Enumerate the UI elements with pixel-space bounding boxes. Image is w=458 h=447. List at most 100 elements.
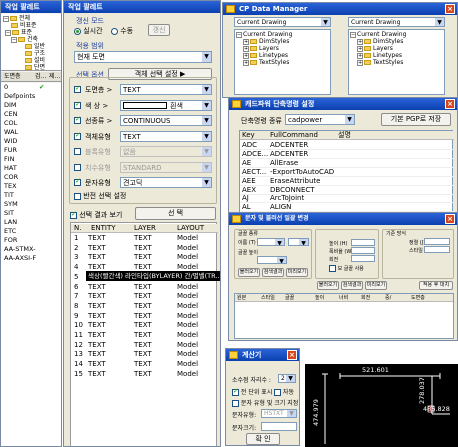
result-row[interactable]: 10 TEXT TEXT Model <box>71 321 218 330</box>
text-style-size-checkbox[interactable] <box>232 400 239 407</box>
result-row[interactable]: 1 TEXT TEXT Model <box>71 234 218 243</box>
height-input[interactable] <box>351 239 375 246</box>
tree-textstyles[interactable]: + TextStyles <box>243 59 289 67</box>
option-checkbox[interactable] <box>74 115 81 124</box>
result-row[interactable]: 7 TEXT TEXT Model <box>71 292 218 301</box>
text-list-column[interactable]: 높이 <box>315 294 324 302</box>
tree-textstyles[interactable]: + TextStyles <box>357 59 403 67</box>
layer-row[interactable]: TEX <box>1 182 61 191</box>
tree-item-section[interactable]: 단면 <box>25 64 45 72</box>
layer-row[interactable]: COL <box>1 119 61 128</box>
option-value-select[interactable]: CONTINUOUS ▼ <box>120 115 212 126</box>
result-row[interactable]: 13 TEXT TEXT Model <box>71 350 218 359</box>
option-value-select[interactable]: 견고딕 ▼ <box>120 177 212 188</box>
select-action-button[interactable]: 선 택 <box>135 207 216 220</box>
col-fullcommand[interactable]: FullCommand <box>270 131 318 140</box>
text-list-column[interactable]: 글꼴 <box>285 294 294 302</box>
result-row[interactable]: 6 TEXT TEXT Model <box>71 283 218 292</box>
shortcut-row[interactable]: AE AllErase <box>240 159 454 168</box>
option-value-select[interactable]: 흰색 ▼ <box>120 99 212 111</box>
shortcut-row[interactable]: ADCE... ADCENTER <box>240 150 454 159</box>
reverse-select-checkbox[interactable] <box>74 192 81 200</box>
layer-row[interactable]: CEN <box>1 110 61 119</box>
col-entity[interactable]: ENTITY <box>91 224 116 233</box>
text-tool-titlebar[interactable]: 문자 및 블러선 일괄 변경 × <box>229 213 457 225</box>
outline-font-option[interactable]: 모 글꼴 사용 <box>329 265 364 272</box>
close-icon[interactable]: × <box>445 214 455 224</box>
font-name-select[interactable]: ▼ <box>257 238 285 246</box>
layer-row[interactable]: FOR <box>1 236 61 245</box>
close-icon[interactable]: × <box>445 4 455 14</box>
result-row[interactable]: 15 TEXT TEXT Model <box>71 370 218 379</box>
calculator-titlebar[interactable]: 계산기 × <box>226 349 299 361</box>
all-units-option[interactable]: 전 단위 표시 <box>232 387 272 396</box>
shortcut-titlebar[interactable]: 캐드파워 단축명령 설정 × <box>229 98 457 110</box>
text-list-column[interactable]: 스타일 <box>261 294 275 302</box>
text-list-column[interactable]: 도면층 <box>411 294 425 302</box>
all-units-checkbox[interactable] <box>232 387 239 396</box>
shortcut-row[interactable]: AEE EraseAttribute <box>240 177 454 186</box>
option-checkbox[interactable] <box>74 163 81 171</box>
layer-row[interactable]: AA-STMX- <box>1 245 61 254</box>
close-icon[interactable]: × <box>287 350 297 360</box>
text-list-column[interactable]: 너비 <box>339 294 348 302</box>
style-select[interactable] <box>424 246 450 253</box>
confirm-button[interactable]: 확 인 <box>246 433 280 445</box>
layer-row[interactable]: Defpoints <box>1 92 61 101</box>
search-result-button[interactable]: 검색결과 <box>262 268 284 277</box>
palette-titlebar[interactable]: 작업 팔레트 <box>64 1 220 13</box>
close-icon[interactable]: × <box>445 99 455 109</box>
layer-row[interactable]: WAL <box>1 128 61 137</box>
show-result-checkbox[interactable] <box>70 210 77 219</box>
cad-drawing-view[interactable]: 521.601 278.037 486.828 474.979 <box>305 364 458 447</box>
layer-row[interactable]: LAN <box>1 218 61 227</box>
header-control[interactable]: 제... <box>49 72 60 82</box>
shortcut-type-select[interactable]: cadpower ▼ <box>285 114 355 125</box>
cp-right-combo[interactable]: Current Drawing ▼ <box>348 17 445 27</box>
show-result-option[interactable]: 선택 결과 보기 <box>70 210 122 220</box>
cp-data-manager-titlebar[interactable]: CP Data Manager × <box>223 3 457 15</box>
auto-option[interactable]: 자동 <box>274 387 294 396</box>
layer-row[interactable]: 0 ✔ <box>1 83 61 92</box>
realtime-radio[interactable] <box>74 27 81 35</box>
col-layout[interactable]: LAYOUT <box>177 224 204 233</box>
result-row[interactable]: 3 TEXT TEXT Model <box>71 253 218 262</box>
layer-row[interactable]: SIT <box>1 209 61 218</box>
result-row[interactable]: 9 TEXT TEXT Model <box>71 312 218 321</box>
update-button[interactable]: 갱신 <box>148 24 170 36</box>
left-palette-titlebar[interactable]: 작업 팔레트 <box>1 1 61 13</box>
layer-row[interactable]: HAT <box>1 164 61 173</box>
option-checkbox[interactable] <box>74 177 81 186</box>
search-result-button-2[interactable]: 검색결과 <box>341 281 363 290</box>
text-style-size-option[interactable]: 문자 유형 및 크기 지정 <box>232 398 298 407</box>
text-list-column[interactable]: 원본 <box>237 294 246 302</box>
load-button[interactable]: 불러오기 <box>238 268 260 277</box>
mode-manual[interactable]: 수동 <box>111 26 133 36</box>
option-value-select[interactable]: STANDARD ▼ <box>120 161 212 173</box>
option-value-select[interactable]: TEXT ▼ <box>120 130 212 142</box>
cp-left-combo[interactable]: Current Drawing ▼ <box>234 17 331 27</box>
result-row[interactable]: 11 TEXT TEXT Model <box>71 331 218 340</box>
result-row[interactable]: 2 TEXT TEXT Model <box>71 244 218 253</box>
preview-button[interactable]: 미리보기 <box>286 268 308 277</box>
range-select[interactable]: 현재 도면 ▼ <box>74 51 212 63</box>
text-list-column[interactable]: 회전 <box>361 294 370 302</box>
layer-row[interactable]: SYM <box>1 200 61 209</box>
result-row[interactable]: 14 TEXT TEXT Model <box>71 360 218 369</box>
preview-button-2[interactable]: 미리보기 <box>365 281 387 290</box>
option-checkbox[interactable] <box>74 84 81 93</box>
layer-row[interactable]: DIM <box>1 101 61 110</box>
col-num[interactable]: N. <box>74 224 81 233</box>
layer-row[interactable]: TIT <box>1 191 61 200</box>
layer-row[interactable]: FUR <box>1 146 61 155</box>
col-description[interactable]: 설명 <box>338 131 351 140</box>
justify-select[interactable] <box>424 238 450 245</box>
rotation-input[interactable] <box>351 255 375 262</box>
col-layer[interactable]: LAYER <box>134 224 156 233</box>
outline-font-checkbox[interactable] <box>329 265 336 272</box>
layer-row[interactable]: ETC <box>1 227 61 236</box>
shortcut-row[interactable]: AECT... -ExportToAutoCAD <box>240 168 454 177</box>
shortcut-row[interactable]: AL ALIGN <box>240 203 454 212</box>
decimal-select[interactable]: 2 ▼ <box>278 374 296 383</box>
width-ratio-input[interactable] <box>351 247 375 254</box>
